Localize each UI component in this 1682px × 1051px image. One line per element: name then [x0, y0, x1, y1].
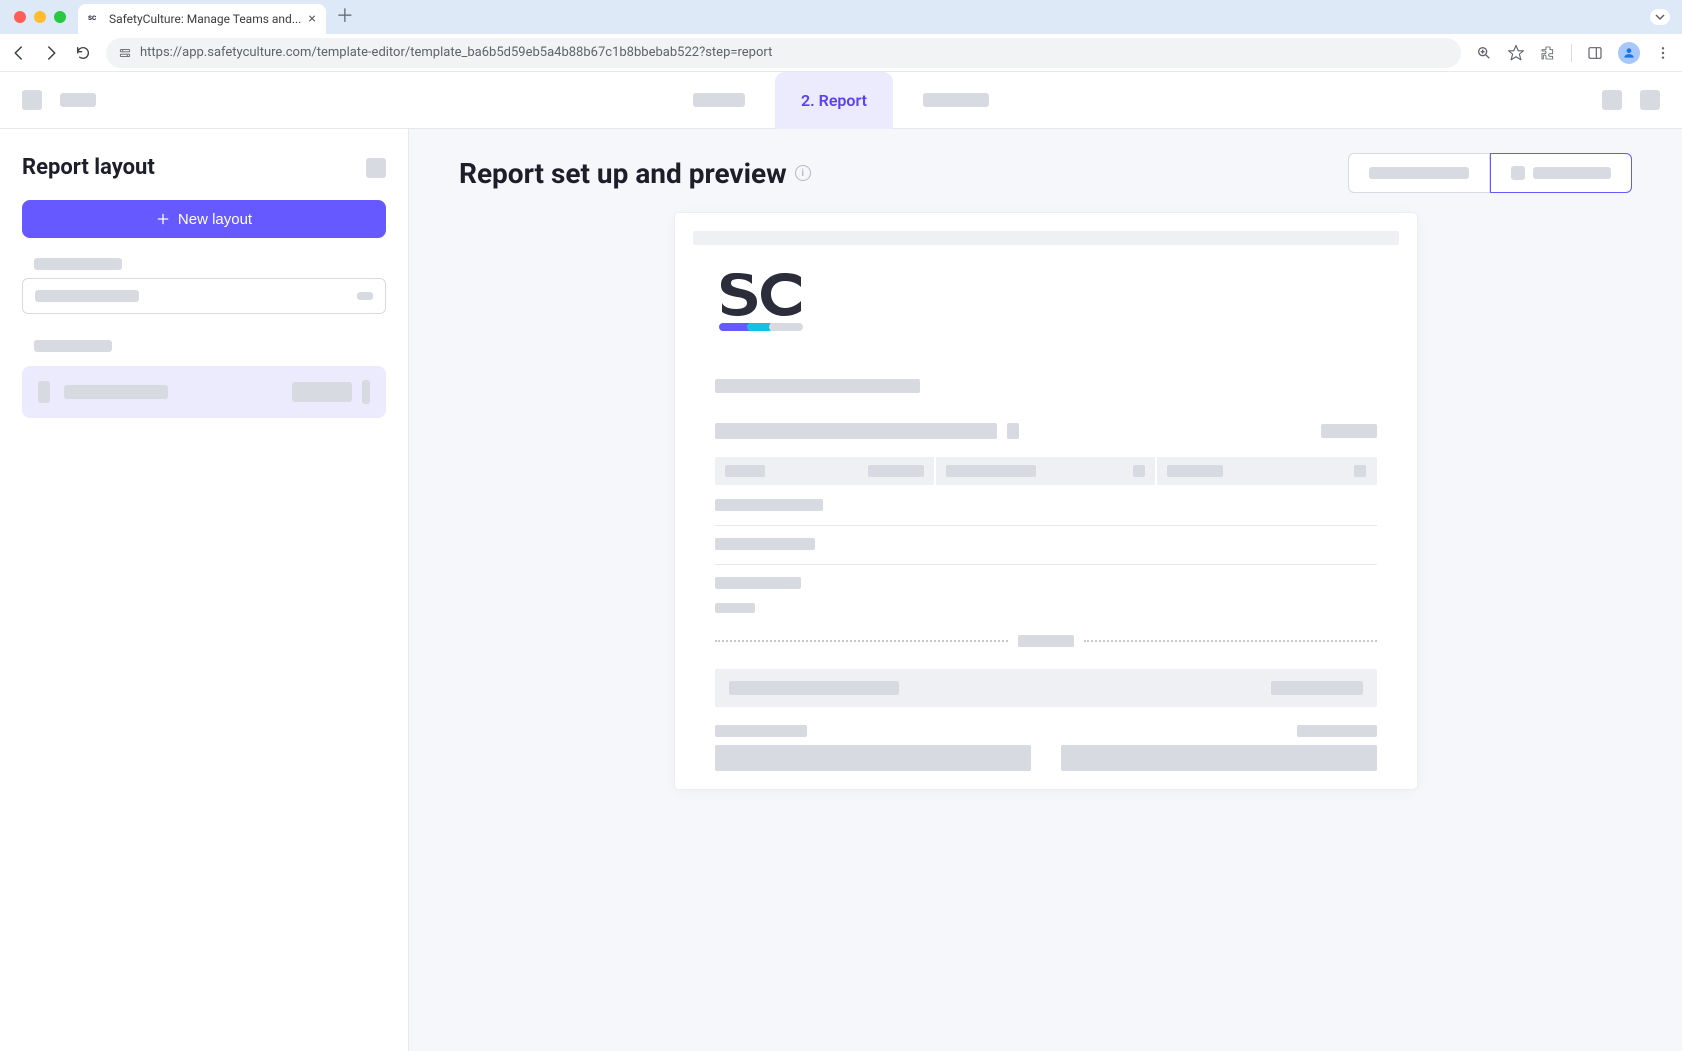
- placeholder: [1640, 90, 1660, 110]
- page-break-indicator: [715, 635, 1377, 647]
- plus-icon: [156, 212, 170, 226]
- forward-button[interactable]: [42, 44, 60, 62]
- back-button[interactable]: [10, 44, 28, 62]
- browser-tab-strip: SC SafetyCulture: Manage Teams and... × …: [0, 0, 1682, 34]
- placeholder: [715, 499, 823, 511]
- header-tabs: 2. Report: [667, 72, 1015, 129]
- close-tab-icon[interactable]: ×: [308, 12, 315, 26]
- placeholder: [715, 538, 815, 550]
- new-layout-label: New layout: [178, 211, 252, 228]
- bookmark-icon[interactable]: [1507, 44, 1525, 62]
- placeholder: [1297, 725, 1377, 737]
- placeholder: [715, 379, 920, 393]
- info-icon[interactable]: i: [795, 165, 811, 181]
- profile-avatar[interactable]: [1618, 42, 1640, 64]
- extensions-icon[interactable]: [1539, 44, 1557, 62]
- main-area: Report layout New layout: [0, 129, 1682, 1051]
- chrome-menu-icon[interactable]: [1654, 44, 1672, 62]
- tab-title: SafetyCulture: Manage Teams and...: [109, 12, 301, 26]
- view-toggle-group: [1348, 153, 1632, 193]
- input-placeholder[interactable]: [22, 278, 386, 314]
- new-layout-button[interactable]: New layout: [22, 200, 386, 238]
- header-tab[interactable]: [897, 72, 1015, 129]
- zoom-icon[interactable]: [1475, 44, 1493, 62]
- preview-top-bar: [693, 231, 1399, 245]
- placeholder: [1321, 424, 1377, 438]
- placeholder: [715, 577, 801, 589]
- tab-favicon: SC: [88, 12, 102, 26]
- minimize-window-button[interactable]: [34, 11, 46, 23]
- address-bar[interactable]: https://app.safetyculture.com/template-e…: [106, 38, 1461, 68]
- url-text: https://app.safetyculture.com/template-e…: [140, 45, 772, 60]
- placeholder: [1061, 745, 1377, 771]
- header-tab-report[interactable]: 2. Report: [775, 72, 893, 129]
- preview-summary-row: [715, 457, 1377, 485]
- placeholder: [38, 381, 50, 403]
- browser-tab[interactable]: SC SafetyCulture: Manage Teams and... ×: [78, 4, 326, 34]
- report-logo: [717, 267, 1399, 339]
- placeholder: [715, 725, 807, 737]
- site-info-icon[interactable]: [118, 46, 132, 60]
- preview-section-header: [715, 669, 1377, 707]
- report-preview: [675, 213, 1417, 789]
- placeholder: [292, 382, 352, 402]
- placeholder: [366, 158, 386, 178]
- side-panel-icon[interactable]: [1586, 44, 1604, 62]
- window-controls: [14, 11, 66, 23]
- tab-label: 2. Report: [801, 91, 867, 110]
- new-tab-button[interactable]: ＋: [336, 2, 354, 28]
- reload-button[interactable]: [74, 44, 92, 62]
- toggle-option-b[interactable]: [1490, 153, 1632, 193]
- toggle-option-a[interactable]: [1348, 153, 1490, 193]
- maximize-window-button[interactable]: [54, 11, 66, 23]
- placeholder: [1007, 423, 1019, 439]
- placeholder: [1602, 90, 1622, 110]
- placeholder: [35, 290, 139, 302]
- content-area: Report set up and preview i: [409, 129, 1682, 1051]
- placeholder: [715, 423, 997, 439]
- placeholder: [362, 380, 370, 404]
- placeholder: [34, 340, 112, 352]
- content-title: Report set up and preview: [459, 157, 787, 190]
- browser-toolbar: https://app.safetyculture.com/template-e…: [0, 34, 1682, 72]
- app-header: 2. Report: [0, 72, 1682, 129]
- layout-card[interactable]: [22, 366, 386, 418]
- placeholder: [22, 90, 42, 110]
- svg-text:SC: SC: [88, 14, 97, 22]
- toolbar-divider: [1571, 44, 1572, 62]
- sidebar: Report layout New layout: [0, 129, 409, 1051]
- placeholder: [715, 745, 1031, 771]
- close-window-button[interactable]: [14, 11, 26, 23]
- placeholder: [64, 385, 168, 399]
- header-tab[interactable]: [667, 72, 771, 129]
- placeholder: [357, 292, 373, 300]
- placeholder: [60, 93, 96, 107]
- sidebar-title: Report layout: [22, 155, 155, 180]
- placeholder: [34, 258, 122, 270]
- placeholder: [715, 603, 755, 613]
- tabs-dropdown-button[interactable]: [1650, 9, 1670, 25]
